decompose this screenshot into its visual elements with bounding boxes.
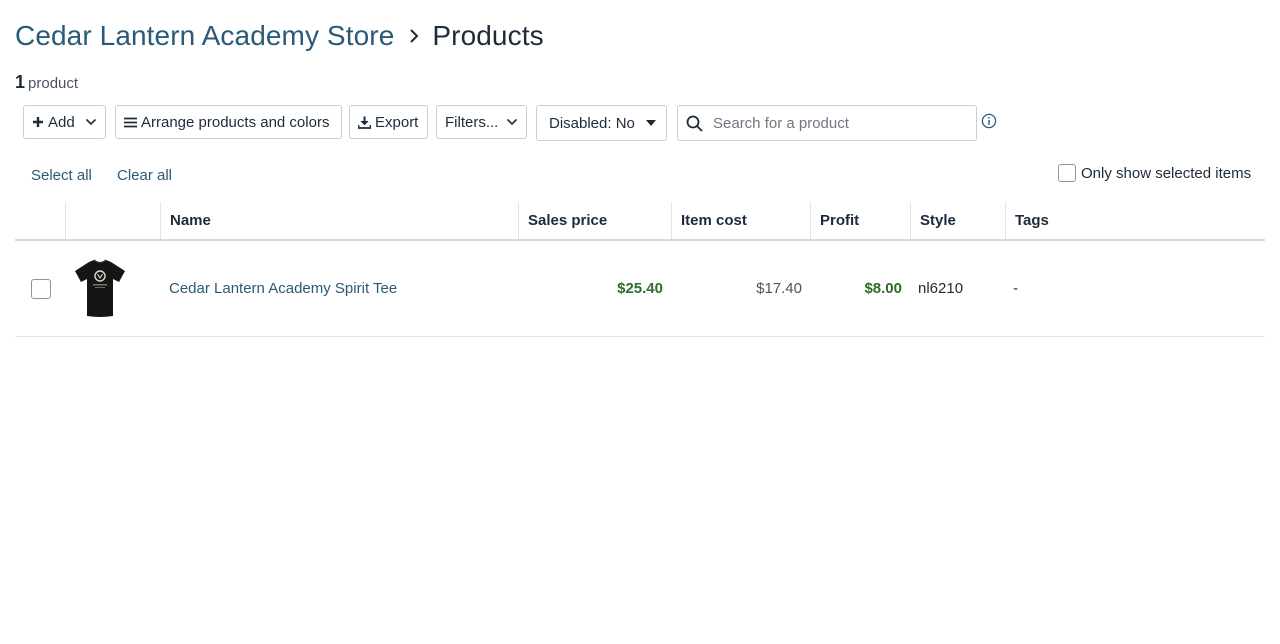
- plus-icon: [32, 116, 44, 128]
- add-button[interactable]: Add: [23, 105, 106, 139]
- tags-column-header[interactable]: Tags: [1005, 202, 1265, 239]
- add-button-label: Add: [48, 113, 75, 131]
- chevron-right-icon: [408, 28, 420, 44]
- row-select-cell: [31, 241, 51, 336]
- select-column-header: [15, 202, 65, 239]
- item-cost-column-header[interactable]: Item cost: [671, 202, 810, 239]
- style-column-header[interactable]: Style: [910, 202, 1005, 239]
- arrange-products-button[interactable]: Arrange products and colors: [115, 105, 342, 139]
- sales-price-cell: $25.40: [617, 280, 663, 297]
- clear-all-link[interactable]: Clear all: [117, 167, 172, 184]
- image-column-header: [65, 202, 160, 239]
- disabled-filter-select[interactable]: Disabled: No: [536, 105, 667, 141]
- product-count-number: 1: [15, 72, 26, 92]
- products-table: Name Sales price Item cost Profit Style …: [15, 202, 1265, 337]
- profit-column-header[interactable]: Profit: [810, 202, 910, 239]
- product-name-cell: Cedar Lantern Academy Spirit Tee: [169, 241, 397, 336]
- only-show-selected-toggle[interactable]: Only show selected items: [1058, 164, 1251, 182]
- disabled-filter-value: Disabled: No: [549, 114, 635, 132]
- caret-down-icon: [646, 120, 656, 126]
- product-count-label: product: [28, 75, 79, 92]
- item-cost-cell: $17.40: [756, 280, 802, 297]
- breadcrumb-store-link[interactable]: Cedar Lantern Academy Store: [15, 20, 394, 52]
- name-column-header[interactable]: Name: [160, 202, 518, 239]
- products-page: Cedar Lantern Academy Store Products 1 p…: [0, 0, 1280, 644]
- search-box: [677, 105, 977, 141]
- filters-label: Filters...: [445, 113, 499, 131]
- sales-price-column-header[interactable]: Sales price: [518, 202, 671, 239]
- only-show-selected-checkbox[interactable]: [1058, 164, 1076, 182]
- search-input[interactable]: [711, 113, 965, 133]
- chevron-down-icon: [85, 118, 97, 126]
- t-shirt-image: [75, 259, 125, 317]
- export-button[interactable]: Export: [349, 105, 428, 139]
- hamburger-menu-icon: [124, 117, 137, 128]
- search-icon: [686, 115, 703, 132]
- only-show-selected-label: Only show selected items: [1081, 164, 1252, 182]
- product-name-link[interactable]: Cedar Lantern Academy Spirit Tee: [169, 280, 397, 297]
- row-checkbox[interactable]: [31, 278, 51, 299]
- info-icon[interactable]: [981, 113, 997, 134]
- tags-cell: -: [1013, 280, 1018, 297]
- style-cell: nl6210: [918, 280, 964, 297]
- table-header: Name Sales price Item cost Profit Style …: [15, 202, 1265, 241]
- product-thumbnail[interactable]: [72, 241, 128, 336]
- page-title: Products: [432, 20, 544, 51]
- table-row: Cedar Lantern Academy Spirit Tee $25.40 …: [15, 241, 1265, 337]
- export-button-label: Export: [375, 113, 419, 131]
- product-count: 1 product: [15, 72, 78, 93]
- arrange-products-label: Arrange products and colors: [141, 113, 330, 131]
- breadcrumb: Cedar Lantern Academy Store Products: [15, 14, 544, 58]
- download-icon: [358, 116, 371, 129]
- filters-dropdown[interactable]: Filters...: [436, 105, 527, 139]
- chevron-down-icon: [506, 118, 518, 126]
- profit-cell: $8.00: [864, 280, 902, 297]
- select-all-link[interactable]: Select all: [31, 167, 92, 184]
